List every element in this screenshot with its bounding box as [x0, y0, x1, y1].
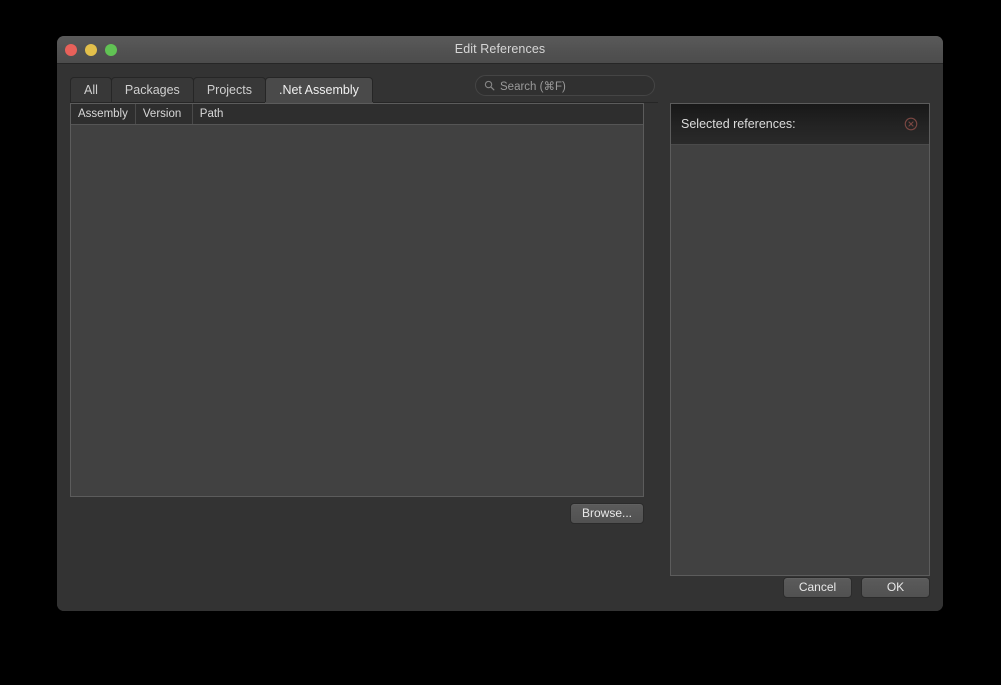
search-placeholder: Search (⌘F)	[500, 80, 566, 93]
close-window-button[interactable]	[65, 43, 77, 56]
tab-all-label: All	[84, 83, 98, 97]
reference-browser-pane: All Packages Projects .Net Assembly Sear…	[70, 64, 658, 574]
assembly-table-header: Assembly Version Path	[71, 104, 643, 125]
tab-projects-label: Projects	[206, 83, 252, 97]
maximize-window-button[interactable]	[105, 43, 117, 56]
tab-all[interactable]: All	[70, 77, 112, 102]
edit-references-window: Edit References All Packages Projects .N…	[57, 36, 943, 611]
browse-row: Browse...	[70, 503, 644, 524]
tab-net-assembly-label: .Net Assembly	[278, 83, 359, 97]
browse-button[interactable]: Browse...	[569, 503, 644, 524]
search-field[interactable]: Search (⌘F)	[475, 75, 655, 96]
column-header-version[interactable]: Version	[136, 104, 193, 124]
column-header-path[interactable]: Path	[193, 104, 643, 124]
assembly-table-body[interactable]	[71, 125, 643, 496]
dialog-footer: Cancel OK	[783, 577, 930, 598]
cancel-button[interactable]: Cancel	[783, 577, 852, 598]
circle-x-icon[interactable]	[904, 117, 918, 131]
selected-references-pane: Selected references:	[670, 103, 930, 576]
assembly-table[interactable]: Assembly Version Path	[70, 103, 644, 497]
tab-projects[interactable]: Projects	[192, 77, 266, 102]
tab-packages-label: Packages	[124, 83, 180, 97]
search-icon	[484, 80, 495, 91]
desktop-background: Edit References All Packages Projects .N…	[0, 0, 1001, 685]
column-header-assembly[interactable]: Assembly	[71, 104, 136, 124]
ok-button[interactable]: OK	[861, 577, 930, 598]
window-title: Edit References	[454, 42, 546, 56]
minimize-window-button[interactable]	[85, 43, 97, 56]
selected-references-list[interactable]	[671, 145, 929, 575]
selected-references-title: Selected references:	[681, 117, 796, 131]
window-titlebar[interactable]: Edit References	[57, 36, 943, 64]
tab-packages[interactable]: Packages	[110, 77, 194, 102]
window-body: All Packages Projects .Net Assembly Sear…	[57, 64, 943, 611]
tab-net-assembly[interactable]: .Net Assembly	[264, 77, 373, 102]
selected-references-header: Selected references:	[671, 104, 929, 145]
window-controls	[65, 43, 117, 56]
